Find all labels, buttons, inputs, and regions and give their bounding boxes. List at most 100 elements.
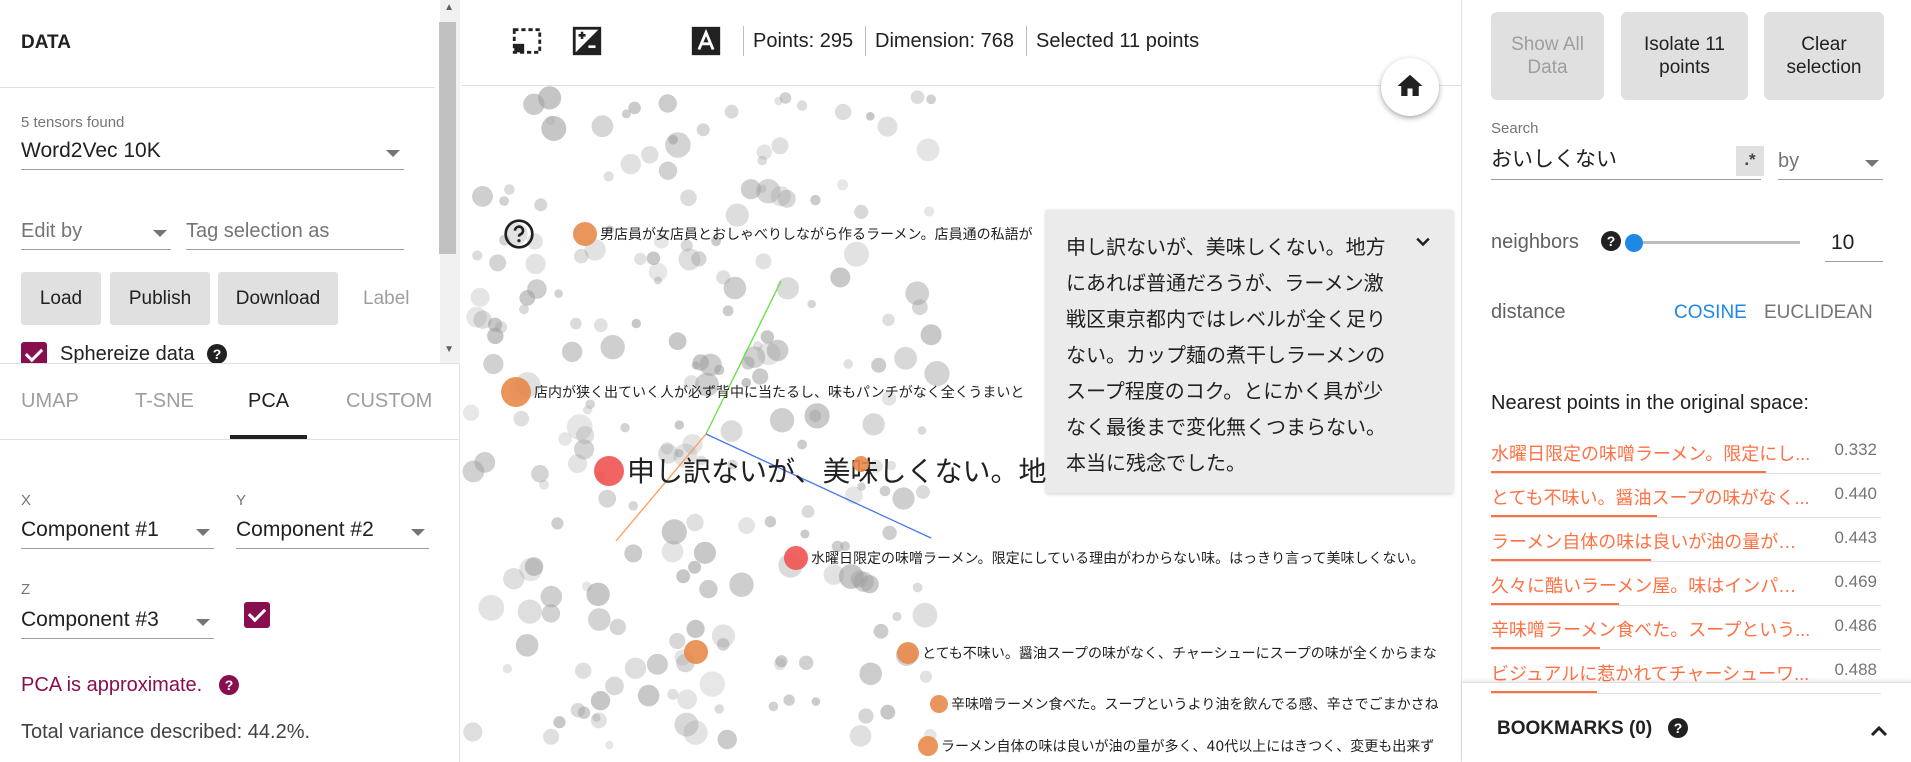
data-point[interactable] bbox=[534, 198, 548, 212]
neighbor-label[interactable]: 水曜日限定の味噌ラーメン。限定にし... bbox=[1491, 440, 1811, 466]
data-point[interactable] bbox=[723, 276, 747, 300]
data-point[interactable] bbox=[725, 203, 749, 227]
data-point[interactable] bbox=[912, 602, 938, 628]
selected-data-point[interactable] bbox=[594, 456, 624, 486]
data-point[interactable] bbox=[837, 179, 849, 191]
data-point[interactable] bbox=[804, 403, 830, 429]
selected-data-point[interactable] bbox=[684, 640, 708, 664]
neighbor-label[interactable]: 久々に酷いラーメン屋。味はインパク... bbox=[1491, 572, 1811, 598]
data-point[interactable] bbox=[463, 722, 483, 742]
neighbor-label[interactable]: 辛味噌ラーメン食べた。スープという... bbox=[1491, 616, 1811, 642]
data-point[interactable] bbox=[677, 689, 697, 710]
chevron-up-icon[interactable] bbox=[1867, 719, 1891, 743]
data-point[interactable] bbox=[667, 688, 679, 700]
data-point[interactable] bbox=[849, 725, 872, 747]
data-point[interactable] bbox=[470, 287, 490, 307]
help-icon[interactable] bbox=[503, 218, 535, 250]
data-point[interactable] bbox=[696, 123, 710, 137]
data-point[interactable] bbox=[688, 560, 702, 574]
data-point[interactable] bbox=[489, 254, 507, 272]
data-point[interactable] bbox=[722, 305, 734, 317]
list-item[interactable]: とても不味い。醤油スープの味がなく... 0.440 bbox=[1491, 474, 1881, 518]
chevron-down-icon[interactable] bbox=[1413, 232, 1433, 252]
data-point[interactable] bbox=[540, 585, 563, 608]
data-point[interactable] bbox=[574, 439, 595, 460]
data-point[interactable] bbox=[680, 189, 697, 207]
data-point[interactable] bbox=[466, 306, 487, 328]
data-point[interactable] bbox=[582, 405, 593, 415]
data-point[interactable] bbox=[502, 664, 512, 674]
list-item[interactable]: 辛味噌ラーメン食べた。スープという... 0.486 bbox=[1491, 606, 1881, 650]
data-point[interactable] bbox=[624, 544, 643, 563]
data-point[interactable] bbox=[472, 186, 493, 207]
data-point[interactable] bbox=[779, 92, 792, 104]
sphereize-checkbox[interactable] bbox=[21, 342, 47, 363]
data-point[interactable] bbox=[631, 318, 641, 329]
selected-data-point[interactable] bbox=[930, 695, 948, 713]
data-point[interactable] bbox=[554, 289, 563, 298]
data-point[interactable] bbox=[686, 513, 704, 532]
data-point[interactable] bbox=[866, 112, 875, 121]
tag-selection-input[interactable]: Tag selection as bbox=[186, 214, 404, 250]
data-point[interactable] bbox=[796, 100, 808, 111]
data-point[interactable] bbox=[807, 299, 816, 309]
data-point[interactable] bbox=[917, 426, 927, 435]
data-point[interactable] bbox=[624, 657, 647, 679]
data-point[interactable] bbox=[892, 611, 902, 622]
data-point[interactable] bbox=[499, 196, 509, 206]
data-point[interactable] bbox=[513, 410, 530, 427]
tab-pca[interactable]: PCA bbox=[248, 390, 289, 413]
selected-data-point[interactable] bbox=[501, 377, 531, 407]
contrast-icon[interactable] bbox=[630, 24, 664, 58]
data-point[interactable] bbox=[561, 341, 583, 362]
edit-by-select[interactable]: Edit by bbox=[21, 214, 171, 250]
data-point[interactable] bbox=[519, 304, 529, 315]
data-point[interactable] bbox=[757, 155, 767, 166]
help-icon[interactable]: ? bbox=[207, 344, 227, 363]
data-point[interactable] bbox=[738, 517, 755, 534]
data-point[interactable] bbox=[693, 541, 716, 564]
load-button[interactable]: Load bbox=[21, 272, 101, 325]
search-input[interactable]: おいしくない bbox=[1491, 144, 1761, 180]
data-point[interactable] bbox=[801, 505, 815, 518]
data-point[interactable] bbox=[682, 434, 703, 455]
data-point[interactable] bbox=[628, 501, 638, 511]
help-icon[interactable]: ? bbox=[1601, 231, 1621, 251]
data-point[interactable] bbox=[590, 712, 607, 729]
data-point[interactable] bbox=[910, 90, 925, 104]
data-point[interactable] bbox=[882, 525, 897, 540]
data-point[interactable] bbox=[811, 697, 821, 706]
data-point[interactable] bbox=[523, 93, 545, 115]
data-point[interactable] bbox=[669, 632, 686, 650]
list-item[interactable]: 水曜日限定の味噌ラーメン。限定にし... 0.332 bbox=[1491, 430, 1881, 474]
isolate-points-button[interactable]: Isolate 11 points bbox=[1621, 12, 1748, 100]
clear-selection-button[interactable]: Clear selection bbox=[1764, 12, 1884, 100]
regex-toggle[interactable]: .* bbox=[1736, 146, 1764, 176]
data-point[interactable] bbox=[858, 708, 874, 724]
data-point[interactable] bbox=[774, 658, 786, 671]
tab-umap[interactable]: UMAP bbox=[21, 390, 79, 413]
data-point[interactable] bbox=[758, 184, 767, 193]
data-point[interactable] bbox=[678, 248, 701, 271]
scroll-up-icon[interactable]: ▲ bbox=[444, 2, 454, 13]
data-point[interactable] bbox=[924, 206, 935, 217]
z-component-select[interactable]: Component #3 bbox=[21, 603, 214, 639]
data-point[interactable] bbox=[641, 146, 659, 164]
data-point[interactable] bbox=[920, 324, 942, 346]
data-point[interactable] bbox=[840, 541, 850, 551]
data-point[interactable] bbox=[605, 741, 614, 750]
data-point[interactable] bbox=[862, 413, 885, 436]
data-point[interactable] bbox=[620, 423, 630, 433]
data-point[interactable] bbox=[658, 94, 677, 113]
data-point[interactable] bbox=[553, 716, 566, 729]
data-point[interactable] bbox=[527, 279, 547, 299]
data-point[interactable] bbox=[771, 137, 789, 155]
data-point[interactable] bbox=[609, 618, 626, 636]
data-point[interactable] bbox=[830, 267, 851, 288]
data-point[interactable] bbox=[783, 694, 795, 706]
tab-custom[interactable]: CUSTOM bbox=[346, 390, 432, 413]
tensor-select[interactable]: Word2Vec 10K bbox=[21, 134, 404, 170]
neighbor-label[interactable]: とても不味い。醤油スープの味がなく... bbox=[1491, 484, 1811, 510]
data-point[interactable] bbox=[843, 359, 853, 369]
x-component-select[interactable]: Component #1 bbox=[21, 513, 214, 549]
